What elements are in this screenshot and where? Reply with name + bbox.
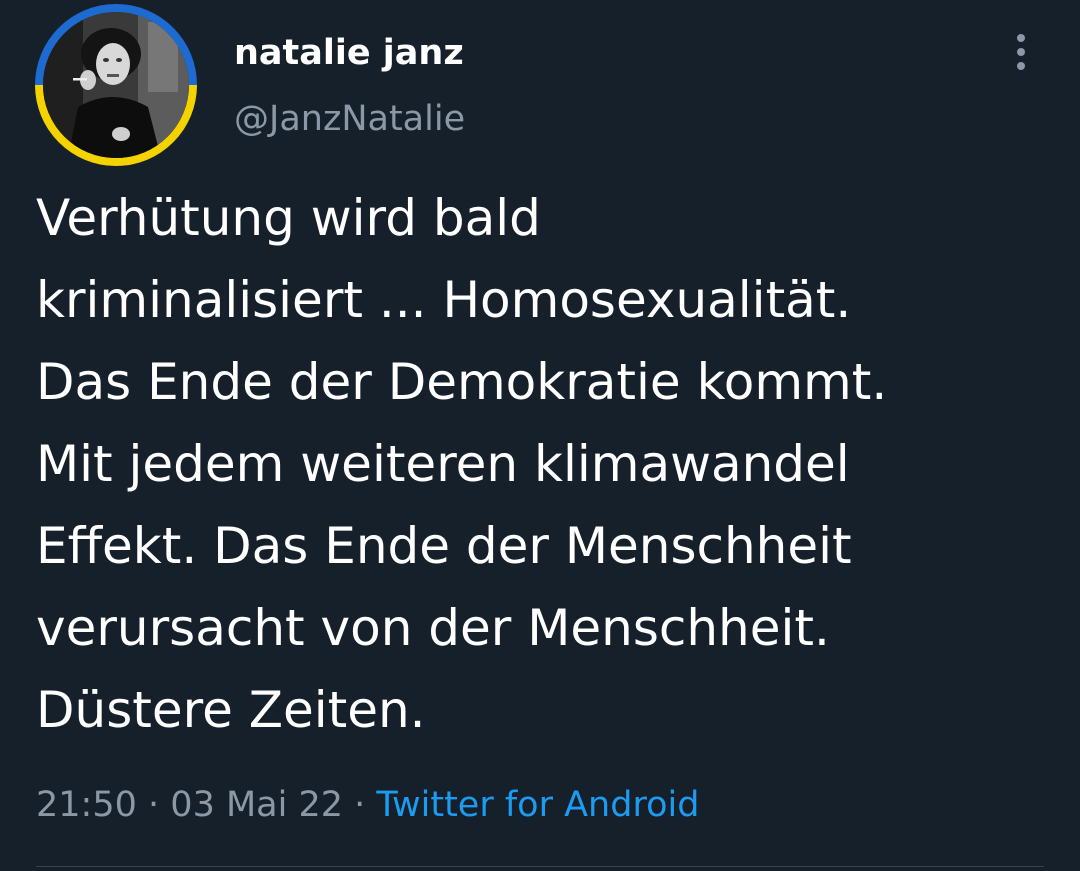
display-name[interactable]: natalie janz bbox=[234, 28, 464, 78]
meta-separator: · bbox=[148, 785, 160, 825]
tweet-text-line: Effekt. Das Ende der Menschheit bbox=[36, 517, 852, 575]
more-options-button[interactable] bbox=[1000, 28, 1042, 76]
tweet-text: Verhütung wird bald kriminalisiert ... H… bbox=[36, 177, 1066, 751]
meta-separator: · bbox=[354, 785, 366, 825]
tweet: natalie janz @JanzNatalie Verhütung wird… bbox=[0, 0, 1080, 871]
tweet-text-line: verursacht von der Menschheit. bbox=[36, 599, 830, 657]
avatar-ring[interactable] bbox=[35, 4, 197, 166]
avatar[interactable] bbox=[43, 12, 189, 158]
more-vertical-icon bbox=[1017, 62, 1025, 70]
tweet-text-line: Mit jedem weiteren klimawandel bbox=[36, 435, 850, 493]
tweet-date[interactable]: 03 Mai 22 bbox=[170, 785, 343, 825]
tweet-text-line: Verhütung wird bald bbox=[36, 189, 541, 247]
divider bbox=[36, 866, 1044, 867]
tweet-time[interactable]: 21:50 bbox=[36, 785, 137, 825]
more-vertical-icon bbox=[1017, 34, 1025, 42]
tweet-meta: 21:50 · 03 Mai 22 · Twitter for Android bbox=[36, 780, 699, 830]
tweet-text-line: Das Ende der Demokratie kommt. bbox=[36, 353, 888, 411]
tweet-text-line: kriminalisiert ... Homosexualität. bbox=[36, 271, 852, 329]
more-vertical-icon bbox=[1017, 48, 1025, 56]
tweet-source-link[interactable]: Twitter for Android bbox=[376, 785, 699, 825]
tweet-text-line: Düstere Zeiten. bbox=[36, 681, 426, 739]
user-handle[interactable]: @JanzNatalie bbox=[234, 94, 465, 144]
avatar-photo bbox=[43, 12, 189, 158]
